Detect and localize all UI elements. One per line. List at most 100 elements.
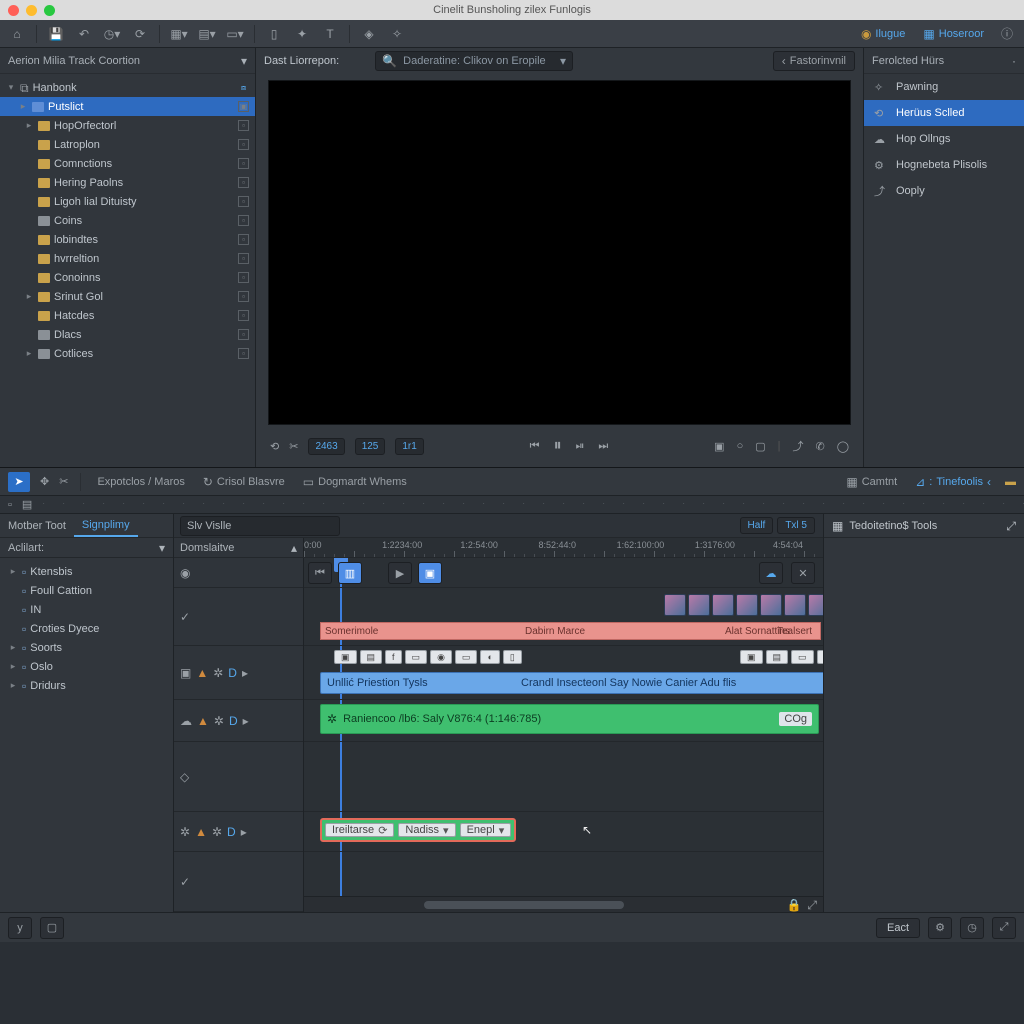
footer-expand-icon[interactable]: ⤢ bbox=[992, 917, 1016, 939]
tree-item[interactable]: ▸Srinut Gol▫ bbox=[0, 287, 255, 306]
skip-back-icon[interactable]: ⏮ bbox=[530, 440, 540, 453]
tree-item[interactable]: Conoinns▫ bbox=[0, 268, 255, 287]
pin-icon[interactable]: ⧈ bbox=[238, 82, 249, 93]
pill-txl[interactable]: Txl 5 bbox=[777, 517, 815, 534]
monitor-icon[interactable]: ▢ bbox=[755, 440, 765, 453]
midtab-3[interactable]: ▭Dogmardt Whems bbox=[299, 476, 411, 488]
track-header[interactable]: ▣▲✲D▸ bbox=[174, 646, 303, 700]
tl-prev-icon[interactable]: ⏮ bbox=[308, 562, 332, 584]
lock-icon[interactable]: 🔒 bbox=[786, 899, 801, 911]
mini-field[interactable]: Nadiss▾ bbox=[398, 823, 455, 837]
pause-icon[interactable]: ⏸ bbox=[554, 437, 562, 455]
panel-expand-icon[interactable]: ⤢ bbox=[1006, 520, 1016, 532]
tc-a[interactable]: 2463 bbox=[308, 438, 344, 455]
timeline-lanes[interactable]: ⏮ ▥ ▶ ▣ ☁ ✕ bbox=[304, 558, 823, 912]
hand-tool-icon[interactable]: ✥ bbox=[40, 475, 49, 488]
tree-item[interactable]: Dlacs▫ bbox=[0, 325, 255, 344]
tl-rec-icon[interactable]: ▣ bbox=[418, 562, 442, 584]
circle-icon[interactable]: ◯ bbox=[837, 440, 849, 453]
tree-item[interactable]: Hatcdes▫ bbox=[0, 306, 255, 325]
tree-item[interactable]: ▸HopOrfectorl▫ bbox=[0, 116, 255, 135]
footer-gear-icon[interactable]: ⚙ bbox=[928, 917, 952, 939]
footer-eact-button[interactable]: Eact bbox=[876, 918, 920, 938]
arrow-tool-icon[interactable]: ➤ bbox=[8, 472, 30, 492]
clip-btn[interactable]: ▯ bbox=[503, 650, 522, 664]
tl-close-icon[interactable]: ✕ bbox=[791, 562, 815, 584]
mode-item[interactable]: ☁Hop Ollngs bbox=[864, 126, 1024, 152]
mode-item[interactable]: ⤴Ooply bbox=[864, 178, 1024, 204]
panel-menu-icon[interactable]: · bbox=[1012, 55, 1016, 67]
info-icon[interactable]: ⓘ bbox=[996, 23, 1018, 45]
tree-item[interactable]: Ligoh lial Dituisty▫ bbox=[0, 192, 255, 211]
footer-window-icon[interactable]: ▢ bbox=[40, 917, 64, 939]
timeline-name-field[interactable]: Slv Vislle bbox=[180, 516, 340, 536]
midtab-r1[interactable]: ▦Camtnt bbox=[842, 476, 901, 488]
mode-item[interactable]: ✧Pawning bbox=[864, 74, 1024, 100]
clip-btn-cog[interactable]: COg bbox=[779, 712, 812, 726]
footer-clock-icon[interactable]: ◷ bbox=[960, 917, 984, 939]
selected-clip-group[interactable]: Ireiltarse⟳ Nadiss▾ Enepl▾ bbox=[320, 818, 516, 842]
mini-field[interactable]: Enepl▾ bbox=[460, 823, 512, 837]
mini-field[interactable]: Ireiltarse⟳ bbox=[325, 823, 394, 837]
out-icon[interactable]: ○ bbox=[737, 440, 744, 452]
tree-item[interactable]: hvrreltion▫ bbox=[0, 249, 255, 268]
chevron-down-icon[interactable]: ▾ bbox=[560, 55, 566, 67]
home-icon[interactable]: ⌂ bbox=[6, 23, 28, 45]
tree-item[interactable]: Hering Paolns▫ bbox=[0, 173, 255, 192]
thumb[interactable] bbox=[784, 594, 806, 616]
clip-btn[interactable]: ▭ bbox=[455, 650, 478, 664]
mode-item[interactable]: ⚙Hognebeta Plisolis bbox=[864, 152, 1024, 178]
clip-btn[interactable]: f bbox=[385, 650, 402, 664]
ll-item[interactable]: ▫Foull Cattion bbox=[0, 581, 173, 600]
mini-grid-icon[interactable]: ▤ bbox=[22, 498, 32, 511]
ll-item[interactable]: ▸▫Ktensbis bbox=[0, 562, 173, 581]
marker-track[interactable]: Somerimole Dabirn Marce Alat Sornattins … bbox=[320, 622, 821, 640]
cut-tool-icon[interactable]: ✂ bbox=[59, 475, 68, 488]
in-icon[interactable]: ▣ bbox=[714, 440, 724, 453]
loop-icon[interactable]: ⟲ bbox=[270, 440, 279, 453]
refresh-icon[interactable]: ⟳ bbox=[129, 23, 151, 45]
tc-b[interactable]: 125 bbox=[355, 438, 386, 455]
h-scrollbar[interactable] bbox=[424, 901, 624, 909]
ll-tab-1[interactable]: Motber Toot bbox=[0, 514, 74, 537]
track-header[interactable]: ◇ bbox=[174, 742, 303, 812]
tree-item[interactable]: ▸Putslict▣ bbox=[0, 97, 255, 116]
timeline-ruler[interactable]: 0:001:2234:001:2:54:008:52:44:01:62:100:… bbox=[304, 538, 823, 557]
tree-item[interactable]: Coins▫ bbox=[0, 211, 255, 230]
clip-btn[interactable]: ▭ bbox=[791, 650, 814, 664]
clip-btn[interactable]: ▤ bbox=[766, 650, 789, 664]
clip-btn[interactable]: ◉ bbox=[817, 650, 823, 664]
pill-half[interactable]: Half bbox=[740, 517, 774, 534]
tl-snap-icon[interactable]: ▥ bbox=[338, 562, 362, 584]
clip-btn[interactable]: ▣ bbox=[334, 650, 357, 664]
audio-clip-green[interactable]: ✲ Raniencoo /lb6: Saly V876:4 (1:146:785… bbox=[320, 704, 819, 734]
track-header[interactable]: ✓ bbox=[174, 852, 303, 912]
ll-item[interactable]: ▫IN bbox=[0, 600, 173, 619]
ll-item[interactable]: ▸▫Dridurs bbox=[0, 676, 173, 695]
ll-tab-2[interactable]: Signplimy bbox=[74, 514, 138, 537]
track-header[interactable]: ✲▲✲D▸ bbox=[174, 812, 303, 852]
wand-icon[interactable]: ✧ bbox=[386, 23, 408, 45]
preview-screen[interactable] bbox=[268, 80, 851, 425]
tree-item[interactable]: Comnctions▫ bbox=[0, 154, 255, 173]
tree-item[interactable]: lobindtes▫ bbox=[0, 230, 255, 249]
fx-icon[interactable]: ✦ bbox=[291, 23, 313, 45]
share-icon[interactable]: ⤴ bbox=[792, 438, 803, 454]
chevron-down-icon[interactable]: ▾ bbox=[159, 542, 165, 554]
thumb[interactable] bbox=[736, 594, 758, 616]
track-header[interactable]: ☁▲✲D▸ bbox=[174, 700, 303, 742]
clock-icon[interactable]: ◷▾ bbox=[101, 23, 123, 45]
panel-icon[interactable]: ▯ bbox=[263, 23, 285, 45]
ll-item[interactable]: ▸▫Soorts bbox=[0, 638, 173, 657]
clip-btn[interactable]: ▤ bbox=[360, 650, 383, 664]
chevron-down-icon[interactable]: ▾ bbox=[241, 55, 247, 67]
grid-icon[interactable]: ▦▾ bbox=[168, 23, 190, 45]
midtab-1[interactable]: Expotclos / Maros bbox=[93, 476, 188, 488]
midtab-2[interactable]: ↻Crisol Blasvre bbox=[199, 476, 289, 488]
undo-icon[interactable]: ↶ bbox=[73, 23, 95, 45]
ll-item[interactable]: ▫Croties Dyece bbox=[0, 619, 173, 638]
midtab-r2[interactable]: ⊿:Tinefoolis‹ bbox=[911, 476, 995, 488]
skip-fwd-icon[interactable]: ⏭ bbox=[598, 440, 608, 453]
expand-icon[interactable]: ⤢ bbox=[807, 899, 817, 911]
thumb[interactable] bbox=[712, 594, 734, 616]
